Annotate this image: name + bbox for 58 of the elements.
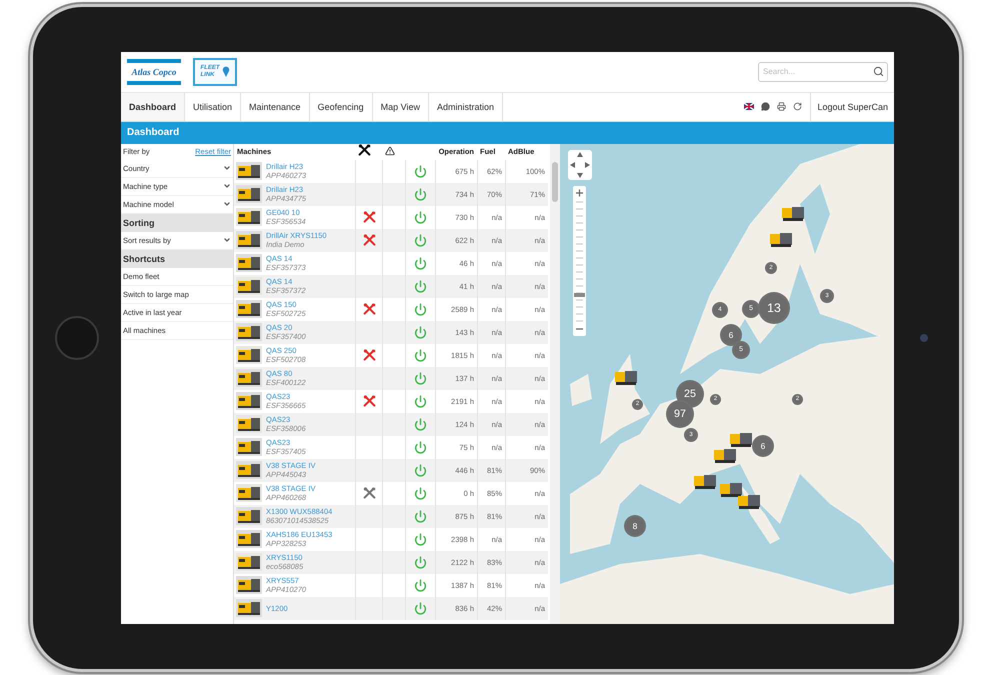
power-icon <box>414 326 427 338</box>
power-icon <box>414 464 427 476</box>
page-title: Dashboard <box>121 122 894 144</box>
power-icon <box>414 486 427 500</box>
machine-marker-icon[interactable] <box>694 474 716 488</box>
zoom-slider[interactable] <box>573 186 586 336</box>
pan-control[interactable] <box>568 150 592 180</box>
chat-icon[interactable] <box>761 102 770 111</box>
tools-icon <box>362 210 376 224</box>
tools-icon <box>362 394 376 408</box>
flag-icon[interactable] <box>744 103 754 110</box>
nav-tab[interactable]: Map View <box>372 92 429 120</box>
tools-icon <box>362 302 376 316</box>
power-icon <box>414 578 427 592</box>
dropdown-icon[interactable] <box>223 164 231 172</box>
tools-icon <box>362 486 376 500</box>
machine-marker-icon[interactable] <box>615 370 637 384</box>
power-icon <box>414 418 427 430</box>
search-icon[interactable] <box>873 66 884 76</box>
power-icon <box>414 372 427 384</box>
section-heading: Shortcuts <box>121 250 233 268</box>
dropdown-icon[interactable] <box>223 236 231 244</box>
power-icon <box>414 164 427 178</box>
tools-icon <box>362 348 376 362</box>
machine-marker-icon[interactable] <box>738 494 760 508</box>
machine-marker-icon[interactable] <box>782 206 804 220</box>
scrollbar[interactable] <box>550 144 560 624</box>
machine-marker-icon[interactable] <box>730 432 752 446</box>
power-icon <box>414 280 427 292</box>
warning-icon <box>385 146 395 156</box>
power-icon <box>414 532 427 546</box>
brand-logo: Atlas Copco <box>127 58 181 84</box>
logout-link[interactable]: Logout SuperCan <box>811 92 894 120</box>
tools-icon <box>358 144 371 157</box>
power-icon <box>414 440 427 454</box>
power-icon <box>414 302 427 316</box>
refresh-icon[interactable] <box>793 102 802 111</box>
print-icon[interactable] <box>777 102 786 111</box>
camera-lens <box>920 334 928 342</box>
power-icon <box>414 556 427 568</box>
machine-marker-icon[interactable] <box>714 448 736 462</box>
tools-icon <box>362 234 376 246</box>
power-icon <box>414 234 427 246</box>
search-field[interactable]: Search... <box>758 62 888 82</box>
power-icon <box>414 210 427 224</box>
power-icon <box>414 394 427 408</box>
nav-tab[interactable]: Dashboard <box>121 92 186 120</box>
power-icon <box>414 510 427 522</box>
machine-marker-icon[interactable] <box>720 482 742 496</box>
dropdown-icon[interactable] <box>223 182 231 190</box>
machine-marker-icon[interactable] <box>770 232 792 246</box>
power-icon <box>414 256 427 270</box>
power-icon <box>414 602 427 614</box>
power-icon <box>414 348 427 362</box>
dropdown-icon[interactable] <box>223 200 231 208</box>
nav-tab[interactable]: Geofencing <box>310 92 373 120</box>
power-icon <box>414 188 427 200</box>
section-heading: Sorting <box>121 214 233 232</box>
